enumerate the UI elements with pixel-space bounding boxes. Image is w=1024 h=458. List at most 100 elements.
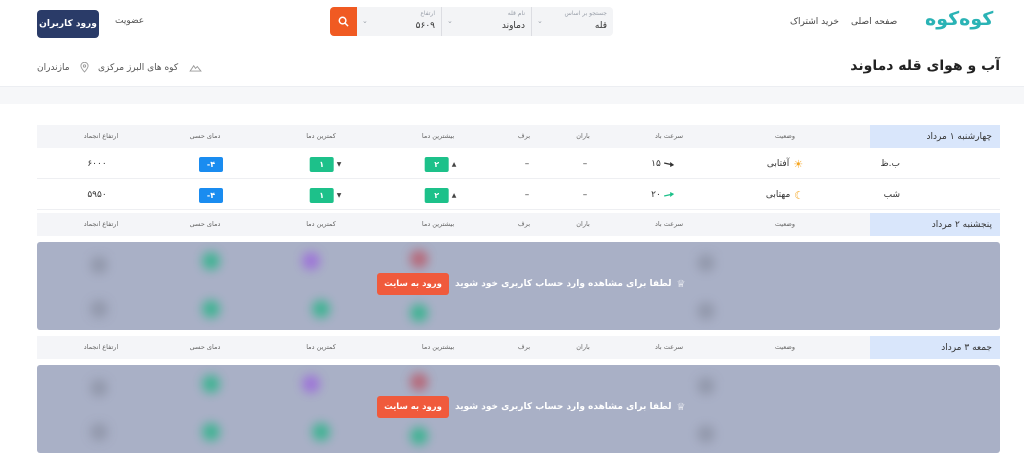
blurred-cell [410, 373, 428, 391]
col-wind: سرعت باد [654, 220, 684, 228]
search-type-label: جستجو بر اساس [564, 10, 608, 17]
blurred-cell [312, 423, 330, 441]
altitude-field[interactable]: ⌄ ارتفاع ۵۶۰۹ [357, 7, 441, 36]
blurred-cell [410, 304, 428, 322]
site-login-button[interactable]: ورود به سایت [377, 396, 449, 418]
nav-subscription[interactable]: خرید اشتراک [790, 17, 839, 27]
blurred-cell [302, 252, 320, 270]
wind-arrow-icon [663, 192, 674, 197]
locked-message: ورود به سایت لطفا برای مشاهده وارد حساب … [377, 395, 685, 419]
period-label: شب [883, 190, 900, 200]
forecast-row: ۶۰۰۰ -۴ ۱ ▼ ۲ ▲ – – ۱۵ آفتابی ☀ ب.ظ [37, 149, 1000, 179]
blurred-cell [90, 300, 108, 318]
arrow-up-icon: ▲ [451, 160, 457, 168]
col-wind: سرعت باد [654, 132, 684, 140]
blurred-cell [202, 423, 220, 441]
wind-cell: ۲۰ [651, 180, 675, 210]
day-header-3: ارتفاع انجماد دمای حسی کمترین دما بیشتری… [37, 336, 1000, 359]
blurred-cell [697, 425, 715, 443]
wind-arrow-icon [663, 162, 674, 167]
crown-icon: ♕ [676, 278, 686, 290]
col-rain: باران [576, 132, 590, 140]
max-temp-cell: ۲ ▲ [424, 149, 460, 179]
col-rain: باران [576, 220, 590, 228]
chevron-down-icon: ⌄ [362, 17, 368, 25]
col-min-temp: کمترین دما [306, 132, 336, 140]
altitude-value: ۵۶۰۹ [415, 21, 435, 31]
blurred-cell [202, 252, 220, 270]
mountain-range-link[interactable]: کوه های البرز مرکزی [98, 63, 178, 73]
min-temp-cell: ۱ ▼ [309, 180, 345, 210]
col-freeze: ارتفاع انجماد [83, 220, 119, 228]
status-text: آفتابی [766, 159, 790, 169]
search-button[interactable] [330, 7, 357, 36]
crown-icon: ♕ [676, 401, 686, 413]
feels-temp: -۴ [199, 156, 223, 172]
search-bar: ⌄ ارتفاع ۵۶۰۹ ⌄ نام قله دماوند ⌄ جستجو ب… [330, 7, 613, 36]
login-button[interactable]: ورود کاربران [37, 10, 99, 38]
site-logo[interactable]: کوه‌کوه [925, 8, 993, 30]
moon-icon: ☾ [794, 188, 805, 202]
col-snow: برف [517, 220, 531, 228]
col-wind: سرعت باد [654, 343, 684, 351]
peak-name-label: نام قله [507, 10, 525, 17]
col-snow: برف [517, 343, 531, 351]
chevron-down-icon: ⌄ [447, 17, 453, 25]
min-temp: ۱ [309, 156, 334, 172]
blurred-cell [697, 302, 715, 320]
blurred-cell [410, 427, 428, 445]
col-feels: دمای حسی [189, 343, 221, 351]
status-cell: مهتابی ☾ [766, 180, 804, 210]
freeze-level: ۶۰۰۰ [87, 159, 107, 169]
snow: – [524, 190, 530, 200]
blurred-cell [697, 254, 715, 272]
snow: – [524, 159, 530, 169]
sun-icon: ☀ [793, 157, 804, 171]
blurred-cell [202, 375, 220, 393]
col-max-temp: بیشترین دما [421, 343, 455, 351]
day-label: جمعه ۳ مرداد [870, 336, 1000, 359]
max-temp: ۲ [424, 156, 449, 172]
search-type-value: قله [594, 21, 607, 31]
col-rain: باران [576, 343, 590, 351]
mountain-icon [189, 64, 202, 72]
arrow-down-icon: ▼ [336, 160, 342, 168]
col-snow: برف [517, 132, 531, 140]
top-header: ورود کاربران عضویت ⌄ ارتفاع ۵۶۰۹ ⌄ نام ق… [0, 0, 1024, 46]
status-cell: آفتابی ☀ [767, 149, 803, 179]
site-login-button[interactable]: ورود به سایت [377, 273, 449, 295]
day-header-1: ارتفاع انجماد دمای حسی کمترین دما بیشتری… [37, 125, 1000, 148]
blurred-cell [302, 375, 320, 393]
freeze-level: ۵۹۵۰ [87, 190, 107, 200]
login-prompt: لطفا برای مشاهده وارد حساب کاربری خود شو… [455, 279, 672, 289]
feels-cell: -۴ [199, 180, 223, 210]
nav-home[interactable]: صفحه اصلی [851, 17, 897, 27]
wind-speed: ۱۵ [651, 159, 661, 169]
col-feels: دمای حسی [189, 220, 221, 228]
status-text: مهتابی [765, 190, 791, 200]
wind-speed: ۲۰ [651, 190, 661, 200]
col-freeze: ارتفاع انجماد [83, 343, 119, 351]
col-status: وضعیت [774, 132, 796, 140]
feels-temp: -۴ [199, 187, 223, 203]
col-status: وضعیت [774, 220, 796, 228]
col-min-temp: کمترین دما [306, 220, 336, 228]
search-type-select[interactable]: ⌄ جستجو بر اساس قله [531, 7, 613, 36]
col-max-temp: بیشترین دما [421, 220, 455, 228]
col-feels: دمای حسی [189, 132, 221, 140]
blurred-cell [410, 250, 428, 268]
min-temp: ۱ [309, 187, 334, 203]
search-icon [338, 16, 349, 27]
locked-message: ورود به سایت لطفا برای مشاهده وارد حساب … [377, 272, 685, 296]
peak-name-select[interactable]: ⌄ نام قله دماوند [441, 7, 531, 36]
period-label: ب.ظ [880, 159, 900, 169]
max-temp-cell: ۲ ▲ [424, 180, 460, 210]
blurred-cell [312, 300, 330, 318]
location-pin-icon [80, 62, 89, 73]
page-title: آب و هوای قله دماوند [850, 58, 1000, 74]
blurred-cell [697, 377, 715, 395]
region-link[interactable]: مازندران [37, 63, 70, 73]
login-prompt: لطفا برای مشاهده وارد حساب کاربری خود شو… [455, 402, 672, 412]
altitude-label: ارتفاع [420, 10, 435, 17]
register-link[interactable]: عضویت [115, 16, 144, 26]
